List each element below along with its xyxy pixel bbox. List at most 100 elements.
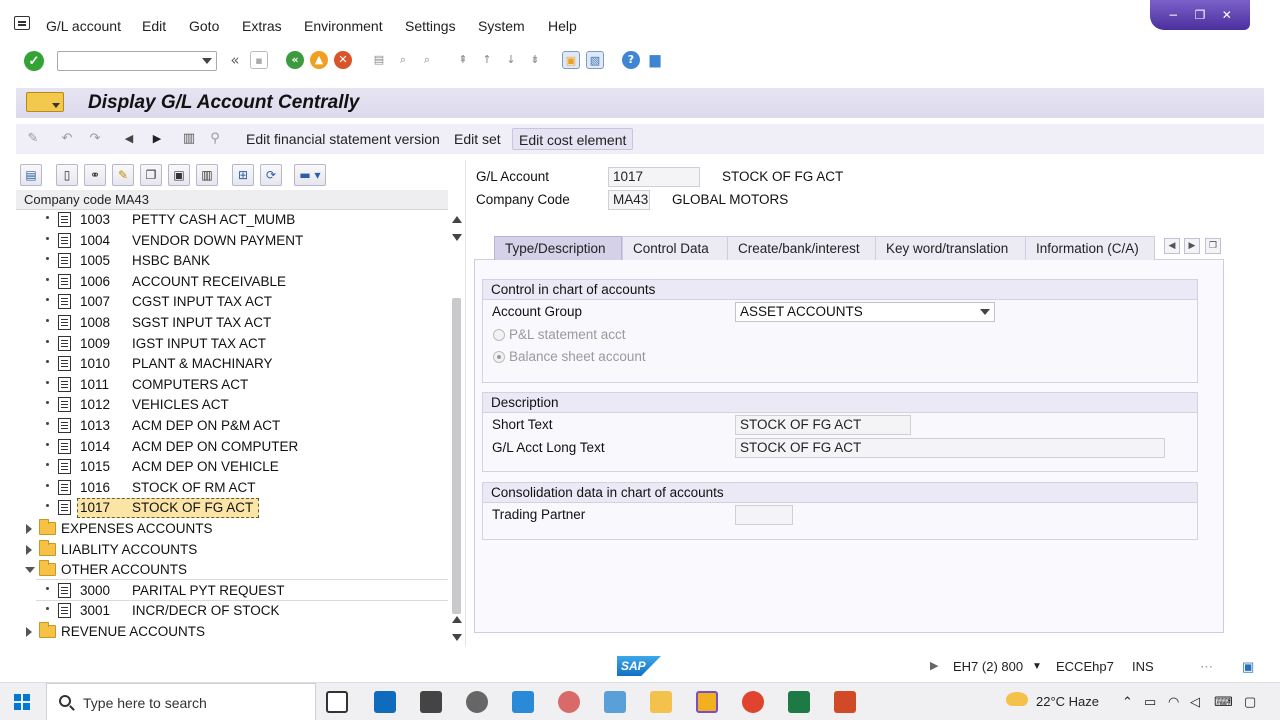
- tab-information-ca[interactable]: Information (C/A): [1025, 236, 1155, 260]
- print-dropdown-icon[interactable]: ▬ ▾: [294, 164, 326, 186]
- scroll-up-icon[interactable]: [452, 216, 462, 223]
- chevron-down-icon[interactable]: [202, 58, 212, 64]
- next-page-icon[interactable]: ↓: [502, 51, 520, 69]
- tree-row-account[interactable]: 1012 VEHICLES ACT: [16, 395, 448, 415]
- exit-icon[interactable]: ▲: [310, 51, 328, 69]
- chevron-down-icon[interactable]: ▼: [1032, 661, 1042, 672]
- tree-row-account[interactable]: 1015 ACM DEP ON VEHICLE: [16, 457, 448, 477]
- redo-icon[interactable]: ↷: [86, 130, 104, 148]
- find-icon[interactable]: ⌕: [394, 51, 412, 69]
- menu-goto[interactable]: Goto: [189, 18, 219, 34]
- menu-edit[interactable]: Edit: [142, 18, 166, 34]
- edit-cost-element-button[interactable]: Edit cost element: [512, 128, 634, 150]
- tree-folder-revenue[interactable]: REVENUE ACCOUNTS: [16, 622, 448, 642]
- edit-set-button[interactable]: Edit set: [448, 128, 507, 150]
- tree-row-account[interactable]: 1011 COMPUTERS ACT: [16, 375, 448, 395]
- menu-help[interactable]: Help: [548, 18, 577, 34]
- language-icon[interactable]: ⌨: [1214, 694, 1233, 710]
- gl-account-field[interactable]: 1017: [608, 167, 700, 187]
- where-used-icon[interactable]: ⚲: [206, 130, 224, 148]
- tab-type-description[interactable]: Type/Description: [494, 236, 622, 260]
- long-text-field[interactable]: STOCK OF FG ACT: [735, 438, 1165, 458]
- app-icon[interactable]: [604, 691, 626, 713]
- status-play-icon[interactable]: ▶: [930, 659, 938, 672]
- screen-menu-icon[interactable]: [26, 92, 64, 112]
- tree-row-account[interactable]: 1004 VENDOR DOWN PAYMENT: [16, 231, 448, 251]
- network-icon[interactable]: ▭: [1144, 694, 1156, 710]
- expand-arrow-icon[interactable]: [26, 627, 32, 637]
- menu-gl-account[interactable]: G/L account: [46, 18, 121, 34]
- tree-folder-other[interactable]: OTHER ACCOUNTS: [16, 560, 448, 580]
- system-info[interactable]: EH7 (2) 800: [953, 659, 1023, 674]
- expand-arrow-icon[interactable]: [26, 544, 32, 555]
- chrome-icon[interactable]: [742, 691, 764, 713]
- short-text-field[interactable]: STOCK OF FG ACT: [735, 415, 911, 435]
- account-group-select[interactable]: ASSET ACCOUNTS: [735, 302, 995, 322]
- expand-arrow-icon[interactable]: [26, 524, 32, 534]
- menu-extras[interactable]: Extras: [242, 18, 282, 34]
- tree-row-account[interactable]: 3001 INCR/DECR OF STOCK: [16, 601, 448, 621]
- scroll-down-icon[interactable]: [452, 634, 462, 641]
- menu-environment[interactable]: Environment: [304, 18, 383, 34]
- app-icon[interactable]: [420, 691, 442, 713]
- scroll-up-icon[interactable]: [452, 616, 462, 623]
- back-icon[interactable]: «: [286, 51, 304, 69]
- volume-icon[interactable]: ◁: [1190, 694, 1200, 710]
- menu-settings[interactable]: Settings: [405, 18, 456, 34]
- tab-list-icon[interactable]: ❐: [1205, 238, 1221, 254]
- tree-row-account[interactable]: 1005 HSBC BANK: [16, 251, 448, 271]
- command-field[interactable]: [57, 51, 217, 71]
- tab-create-bank-interest[interactable]: Create/bank/interest: [727, 236, 877, 260]
- close-icon[interactable]: ✕: [1222, 8, 1232, 22]
- file-explorer-icon[interactable]: [650, 691, 672, 713]
- previous-page-icon[interactable]: ↑: [478, 51, 496, 69]
- menu-system[interactable]: System: [478, 18, 525, 34]
- chevron-down-icon[interactable]: [980, 309, 990, 315]
- excel-icon[interactable]: [788, 691, 810, 713]
- tree-row-account[interactable]: 1014 ACM DEP ON COMPUTER: [16, 437, 448, 457]
- copy-icon[interactable]: ❐: [140, 164, 162, 186]
- tree-row-account[interactable]: 1003 PETTY CASH ACT_MUMB: [16, 210, 448, 230]
- tree-folder-liability[interactable]: LIABLITY ACCOUNTS: [16, 539, 448, 560]
- tree-row-account[interactable]: 3000 PARITAL PYT REQUEST: [16, 581, 448, 601]
- tab-scroll-right-icon[interactable]: ▶: [1184, 238, 1200, 254]
- notification-icon[interactable]: ▢: [1244, 694, 1256, 710]
- tree-scrollbar[interactable]: [449, 212, 463, 646]
- cancel-icon[interactable]: ✕: [334, 51, 352, 69]
- change-icon[interactable]: ✎: [112, 164, 134, 186]
- tab-scroll-left-icon[interactable]: ◀: [1164, 238, 1180, 254]
- create-icon[interactable]: ▯: [56, 164, 78, 186]
- tab-keyword-translation[interactable]: Key word/translation: [875, 236, 1027, 260]
- wifi-icon[interactable]: ◠: [1168, 694, 1179, 710]
- enter-check-icon[interactable]: ✓: [24, 51, 44, 71]
- trading-partner-field[interactable]: [735, 505, 793, 525]
- first-page-icon[interactable]: ⇞: [454, 51, 472, 69]
- tree-row-account[interactable]: 1009 IGST INPUT TAX ACT: [16, 334, 448, 354]
- delete-icon[interactable]: ▥: [180, 130, 198, 148]
- save-icon[interactable]: ▪: [250, 51, 268, 69]
- scroll-thumb[interactable]: [452, 298, 461, 614]
- chevron-up-icon[interactable]: ⌃: [1122, 694, 1133, 710]
- app-icon[interactable]: [512, 691, 534, 713]
- customize-layout-icon[interactable]: ▆: [646, 51, 664, 69]
- tree-row-account[interactable]: 1007 CGST INPUT TAX ACT: [16, 292, 448, 312]
- print-icon[interactable]: ▤: [370, 51, 388, 69]
- tree-row-account[interactable]: 1010 PLANT & MACHINARY: [16, 354, 448, 374]
- balance-sheet-radio[interactable]: [493, 351, 505, 363]
- expand-all-icon[interactable]: ⊞: [232, 164, 254, 186]
- shortcut-icon[interactable]: ▧: [586, 51, 604, 69]
- taskbar-search[interactable]: Type here to search: [46, 683, 316, 720]
- next-icon[interactable]: ▶: [148, 130, 166, 148]
- tree-folder-expenses[interactable]: EXPENSES ACCOUNTS: [16, 519, 448, 539]
- tree-row-account[interactable]: 1013 ACM DEP ON P&M ACT: [16, 416, 448, 436]
- tree-row-account[interactable]: 1008 SGST INPUT TAX ACT: [16, 313, 448, 333]
- help-icon[interactable]: ?: [622, 51, 640, 69]
- new-session-icon[interactable]: ▣: [562, 51, 580, 69]
- powerpoint-icon[interactable]: [834, 691, 856, 713]
- lock-icon[interactable]: ▣: [168, 164, 190, 186]
- last-page-icon[interactable]: ⇟: [526, 51, 544, 69]
- windows-start-icon[interactable]: [14, 694, 30, 710]
- app-icon[interactable]: [558, 691, 580, 713]
- weather-text[interactable]: 22°C Haze: [1036, 694, 1099, 709]
- tree-row-account[interactable]: 1006 ACCOUNT RECEIVABLE: [16, 272, 448, 292]
